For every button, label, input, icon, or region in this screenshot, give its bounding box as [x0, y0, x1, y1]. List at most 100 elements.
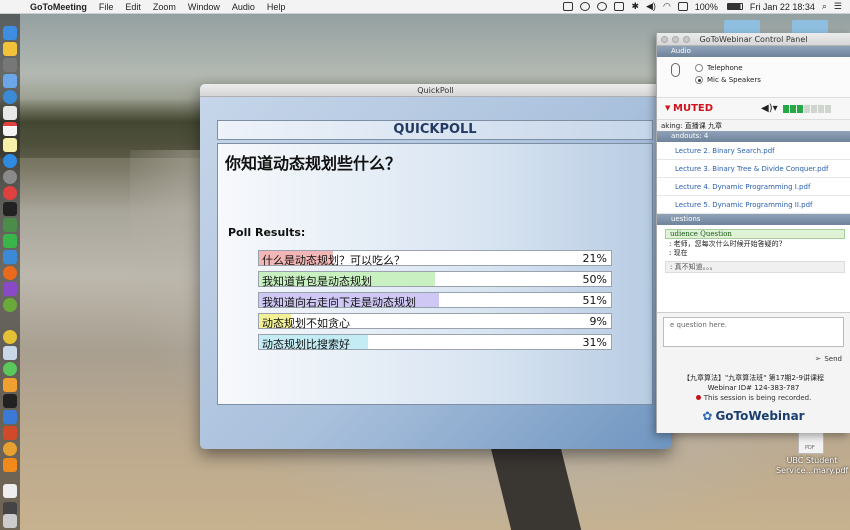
menu-window[interactable]: Window [188, 2, 220, 12]
mic-speakers-option[interactable]: Mic & Speakers [695, 76, 761, 84]
gotowebinar-flower-icon: ✿ [702, 409, 713, 423]
question-line: : 现在 [669, 249, 688, 257]
spring-icon[interactable] [3, 298, 17, 312]
archive-icon[interactable] [3, 410, 17, 424]
menubar: GoToMeeting File Edit Zoom Window Audio … [0, 0, 850, 14]
mail-icon[interactable] [3, 106, 17, 120]
desktop-folder-icon[interactable] [724, 20, 760, 34]
control-panel-titlebar[interactable]: GoToWebinar Control Panel [657, 33, 850, 46]
handout-item[interactable]: Lecture 4. Dynamic Programming I.pdf [657, 178, 850, 196]
drive-app-icon[interactable] [3, 42, 17, 56]
questions-log[interactable]: udience Question : 老师，您每次什么时候开始答疑的? : 现在… [657, 225, 850, 313]
audio-panel: Telephone Mic & Speakers [657, 57, 850, 97]
search-icon[interactable]: ⌕ [822, 1, 827, 12]
notification-list-icon[interactable]: ☰ [834, 1, 842, 12]
chat-icon[interactable] [3, 234, 17, 248]
poll-question: 你知道动态规划些什么？ [225, 154, 402, 173]
muted-button[interactable]: MUTED [673, 103, 713, 114]
poll-results-label: Poll Results: [228, 226, 306, 239]
music-icon[interactable] [3, 186, 17, 200]
document-icon[interactable] [3, 484, 17, 498]
quickpoll-titlebar[interactable]: QuickPoll [200, 84, 671, 97]
settings-icon[interactable] [3, 170, 17, 184]
sync-icon[interactable] [580, 2, 591, 11]
telephone-radio[interactable] [695, 64, 703, 72]
poll-result-label: 什么是动态规划？可以吃么？ [262, 254, 405, 267]
handout-item[interactable]: Lecture 2. Binary Search.pdf [657, 142, 850, 160]
poll-result-percent: 21% [582, 252, 607, 265]
minimize-icon[interactable] [672, 36, 679, 43]
question-input[interactable]: e question here. [663, 317, 844, 347]
audio-section-header[interactable]: Audio [657, 46, 850, 57]
handout-item[interactable]: Lecture 5. Dynamic Programming II.pdf [657, 196, 850, 214]
menu-edit[interactable]: Edit [125, 2, 141, 12]
finder-icon[interactable] [3, 26, 17, 40]
datetime[interactable]: Fri Jan 22 18:34 [750, 2, 815, 12]
telephone-option[interactable]: Telephone [695, 64, 743, 72]
bluetooth-icon[interactable]: ✱ [631, 1, 639, 12]
send-button[interactable]: ➢ Send [815, 354, 842, 363]
trash-icon[interactable] [3, 514, 17, 528]
poll-result-row: 什么是动态规划？可以吃么？ 21% [258, 250, 612, 267]
window-controls [661, 36, 690, 43]
photos-icon[interactable] [3, 74, 17, 88]
app-store-icon[interactable] [3, 154, 17, 168]
intellij-icon[interactable] [3, 394, 17, 408]
clock-icon[interactable] [597, 2, 608, 11]
menu-help[interactable]: Help [267, 2, 286, 12]
zoom-icon[interactable] [683, 36, 690, 43]
menu-zoom[interactable]: Zoom [153, 2, 176, 12]
poll-result-row: 我知道背包是动态规划 50% [258, 271, 612, 288]
android-studio-icon[interactable] [3, 218, 17, 232]
desktop-folder-icon[interactable] [792, 20, 828, 34]
pdf-file-caption[interactable]: UBC Student Service...mary.pdf [776, 456, 848, 476]
gotomeeting-icon[interactable] [3, 458, 17, 472]
menu-file[interactable]: File [99, 2, 114, 12]
questions-section-header[interactable]: uestions [657, 214, 850, 225]
player-icon[interactable] [3, 282, 17, 296]
poll-result-row: 动态规划不如贪心 9% [258, 313, 612, 330]
poll-result-label: 我知道背包是动态规划 [262, 275, 372, 288]
poll-result-row: 我知道向右走向下走是动态规划 51% [258, 292, 612, 309]
mute-row: ▼ MUTED ◀)▾ [657, 97, 850, 119]
messages-icon[interactable] [3, 362, 17, 376]
screen-share-icon[interactable] [3, 250, 17, 264]
volume-icon[interactable]: ◀) [646, 1, 656, 12]
send-row: ➢ Send [657, 351, 850, 367]
microphone-icon [671, 63, 680, 77]
question-line: : 老师，您每次什么时候开始答疑的? [669, 240, 783, 248]
firefox-icon[interactable] [3, 266, 17, 280]
mic-speakers-radio[interactable] [695, 76, 703, 84]
launchpad-icon[interactable] [3, 58, 17, 72]
question-thread-header[interactable]: udience Question [665, 229, 845, 239]
drive-icon[interactable] [614, 2, 625, 11]
speaking-indicator: aking: 直播课 九章 [657, 119, 850, 131]
gotowebinar-logo: ✿ GoToWebinar [657, 409, 850, 423]
app-name-menu[interactable]: GoToMeeting [30, 2, 87, 12]
input-icon[interactable] [677, 2, 688, 11]
poll-result-label: 动态规划比搜索好 [262, 338, 350, 351]
terminal-icon[interactable] [3, 202, 17, 216]
preview-icon[interactable] [3, 346, 17, 360]
mute-toggle-arrow-icon[interactable]: ▼ [665, 104, 670, 112]
close-icon[interactable] [661, 36, 668, 43]
powerpoint-icon[interactable] [3, 426, 17, 440]
chrome-canary-icon[interactable] [3, 442, 17, 456]
webinar-name: 【九章算法】"九章算法班" 第17期2-9讲课程 [682, 374, 824, 382]
calendar-icon[interactable] [3, 122, 17, 136]
mic-speakers-label: Mic & Speakers [707, 76, 761, 84]
screen-icon[interactable] [563, 2, 574, 11]
speaker-icon[interactable]: ◀)▾ [761, 103, 778, 114]
gotowebinar-logo-text: GoToWebinar [715, 409, 805, 423]
chrome-icon[interactable] [3, 330, 17, 344]
wifi-icon[interactable]: ◠ [663, 1, 671, 12]
menu-audio[interactable]: Audio [232, 2, 255, 12]
handout-item[interactable]: Lecture 3. Binary Tree & Divide Conquer.… [657, 160, 850, 178]
apple-icon[interactable] [8, 0, 22, 14]
answer-preview[interactable]: : 真不知道。。。 [665, 261, 845, 273]
notes-icon[interactable] [3, 138, 17, 152]
pages-icon[interactable] [3, 378, 17, 392]
safari-icon[interactable] [3, 90, 17, 104]
battery-icon[interactable] [726, 3, 743, 10]
handouts-section-header[interactable]: andouts: 4 [657, 131, 850, 142]
